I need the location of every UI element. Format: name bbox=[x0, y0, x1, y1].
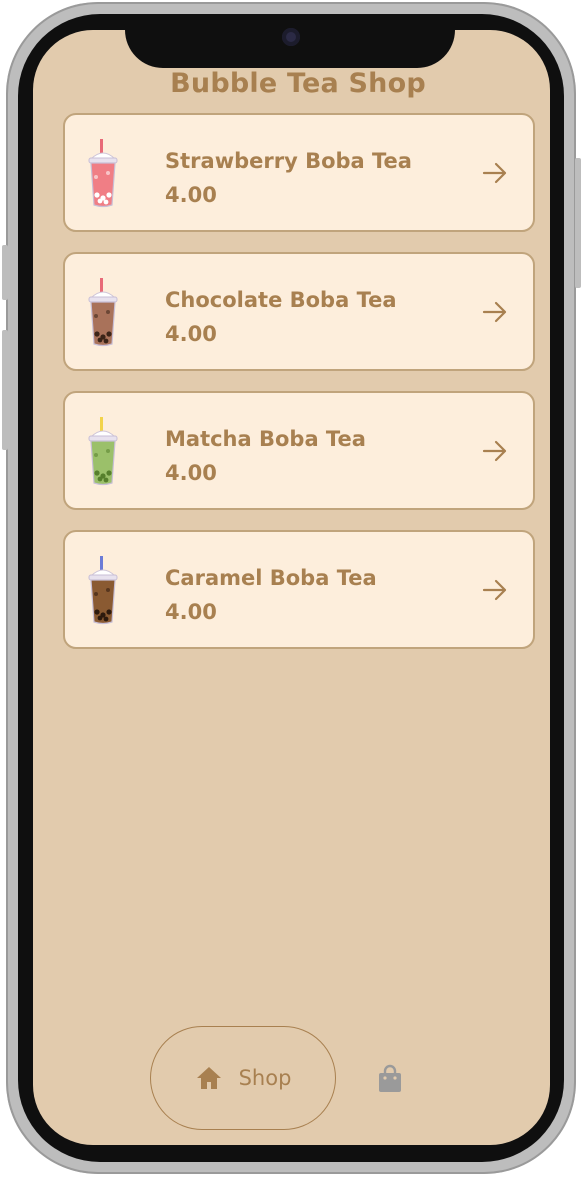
tea-card[interactable]: Matcha Boba Tea 4.00 bbox=[63, 391, 535, 510]
tea-card[interactable]: Chocolate Boba Tea 4.00 bbox=[63, 252, 535, 371]
bubble-tea-cup-icon bbox=[88, 556, 118, 625]
tea-name: Strawberry Boba Tea bbox=[165, 149, 412, 173]
tea-price: 4.00 bbox=[165, 322, 217, 346]
tea-price: 4.00 bbox=[165, 183, 217, 207]
tea-name: Matcha Boba Tea bbox=[165, 427, 366, 451]
side-button-power bbox=[575, 158, 581, 288]
side-button-volume-down bbox=[2, 330, 8, 450]
shopping-bag-icon bbox=[379, 1064, 401, 1092]
bubble-tea-cup-icon bbox=[88, 278, 118, 347]
front-camera-lens bbox=[282, 28, 300, 46]
tea-price: 4.00 bbox=[165, 461, 217, 485]
nav-tab-cart[interactable] bbox=[376, 1064, 404, 1094]
bubble-tea-cup-icon bbox=[88, 417, 118, 486]
tea-price: 4.00 bbox=[165, 600, 217, 624]
arrow-right-icon[interactable] bbox=[481, 576, 509, 604]
arrow-right-icon[interactable] bbox=[481, 159, 509, 187]
nav-tab-shop-label: Shop bbox=[238, 1066, 292, 1090]
tea-name: Caramel Boba Tea bbox=[165, 566, 377, 590]
home-icon bbox=[196, 1067, 221, 1089]
bottom-navigation: Shop bbox=[0, 1020, 586, 1140]
page-title: Bubble Tea Shop bbox=[170, 68, 426, 99]
nav-tab-shop[interactable]: Shop bbox=[150, 1026, 336, 1130]
side-button-volume bbox=[2, 245, 8, 300]
arrow-right-icon[interactable] bbox=[481, 298, 509, 326]
tea-card[interactable]: Strawberry Boba Tea 4.00 bbox=[63, 113, 535, 232]
tea-card[interactable]: Caramel Boba Tea 4.00 bbox=[63, 530, 535, 649]
arrow-right-icon[interactable] bbox=[481, 437, 509, 465]
tea-name: Chocolate Boba Tea bbox=[165, 288, 397, 312]
bubble-tea-cup-icon bbox=[88, 139, 118, 208]
tea-menu-list: Strawberry Boba Tea 4.00 Chocolate Boba … bbox=[63, 113, 535, 669]
